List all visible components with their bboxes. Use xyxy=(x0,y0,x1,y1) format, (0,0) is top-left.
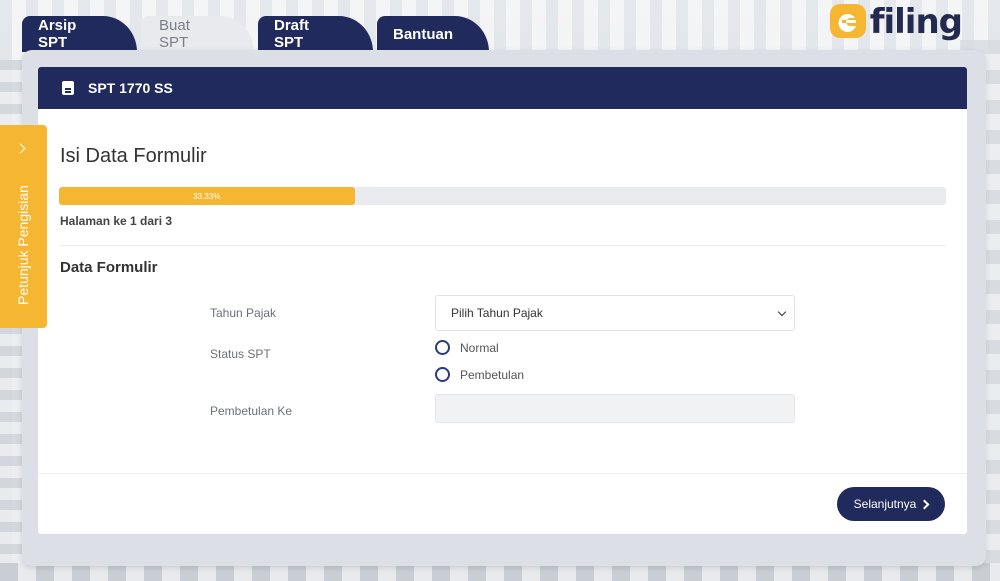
status-normal-label: Normal xyxy=(460,340,499,355)
tab-draft-spt[interactable]: Draft SPT xyxy=(258,16,373,52)
pembetulan-ke-label: Pembetulan Ke xyxy=(210,404,293,418)
progress-bar: 33.33% xyxy=(59,187,946,205)
pembetulan-ke-input xyxy=(435,394,795,423)
tahun-pajak-select[interactable]: Pilih Tahun Pajak xyxy=(435,295,795,331)
progress-fill: 33.33% xyxy=(59,187,355,205)
side-tab-label: Petunjuk Pengisian xyxy=(15,185,31,305)
tahun-pajak-placeholder: Pilih Tahun Pajak xyxy=(451,306,543,320)
tahun-pajak-label: Tahun Pajak xyxy=(210,306,277,320)
document-icon xyxy=(62,81,74,95)
status-pembetulan-label: Pembetulan xyxy=(460,367,525,382)
next-button-label: Selanjutnya xyxy=(853,497,917,511)
efiling-e-logo-icon xyxy=(829,4,866,38)
card-header: SPT 1770 SS xyxy=(38,67,967,109)
page-title: Isi Data Formulir xyxy=(60,145,207,167)
footer-divider xyxy=(38,473,967,474)
form-card: SPT 1770 SS Isi Data Formulir 33.33% Hal… xyxy=(38,67,967,534)
tab-bar: Arsip SPT Buat SPT Draft SPT Bantuan xyxy=(22,16,493,52)
efiling-logo: filing xyxy=(829,2,963,42)
section-title: Data Formulir xyxy=(60,259,158,276)
status-spt-label: Status SPT xyxy=(210,347,271,361)
tab-buat-spt[interactable]: Buat SPT xyxy=(141,16,254,52)
tab-bantuan[interactable]: Bantuan xyxy=(377,16,489,52)
page-indicator: Halaman ke 1 dari 3 xyxy=(60,214,173,228)
status-pembetulan-radio[interactable]: Pembetulan xyxy=(435,367,524,382)
progress-label: 33.33% xyxy=(193,191,221,201)
card-header-title: SPT 1770 SS xyxy=(88,80,173,96)
chevron-right-icon xyxy=(919,499,930,509)
radio-circle-icon[interactable] xyxy=(435,367,450,382)
status-normal-radio[interactable]: Normal xyxy=(435,340,499,355)
radio-circle-icon[interactable] xyxy=(435,340,450,355)
chevron-down-icon xyxy=(777,307,787,317)
petunjuk-pengisian-tab[interactable]: Petunjuk Pengisian xyxy=(0,125,47,328)
tab-arsip-spt[interactable]: Arsip SPT xyxy=(22,16,137,52)
efiling-logo-text: filing xyxy=(869,2,963,42)
chevron-right-icon xyxy=(15,143,26,154)
divider xyxy=(60,245,946,246)
next-button[interactable]: Selanjutnya xyxy=(837,487,945,521)
